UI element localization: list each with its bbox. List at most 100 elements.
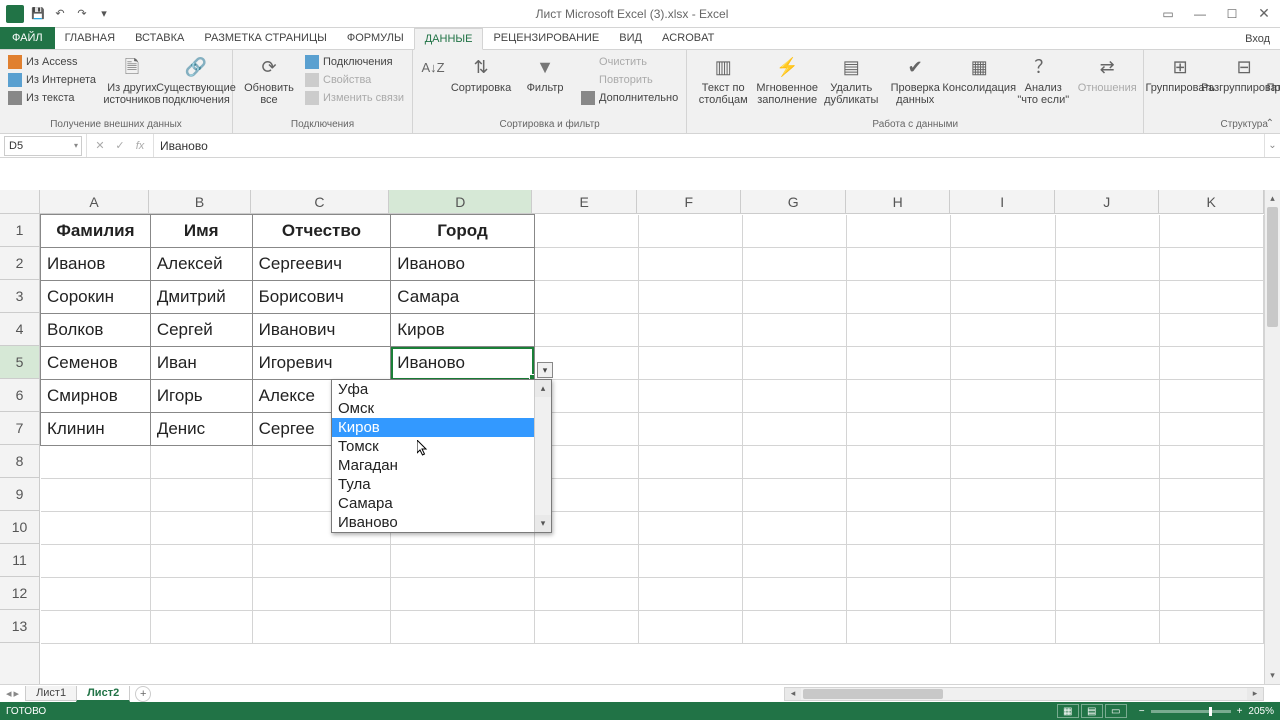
cell[interactable]: Отчество	[252, 215, 391, 248]
scrollbar-thumb[interactable]	[803, 689, 943, 699]
cells-grid[interactable]: Фамилия Имя Отчество Город Иванов Алексе…	[40, 214, 1264, 684]
cell[interactable]: Иванов	[41, 248, 151, 281]
row-header-4[interactable]: 4	[0, 313, 39, 346]
col-header-K[interactable]: K	[1159, 190, 1264, 213]
dropdown-item[interactable]: Самара	[332, 494, 534, 513]
from-other-sources-button[interactable]: 🗎Из других источников	[102, 52, 162, 106]
ribbon-options-icon[interactable]: ▭	[1152, 0, 1184, 28]
refresh-all-button[interactable]: ⟳Обновить все	[239, 52, 299, 106]
view-normal-icon[interactable]: ▦	[1057, 704, 1079, 718]
text-to-columns-button[interactable]: ▥Текст по столбцам	[693, 52, 753, 106]
col-header-H[interactable]: H	[846, 190, 951, 213]
existing-connections-button[interactable]: 🔗Существующие подключения	[166, 52, 226, 106]
row-header-2[interactable]: 2	[0, 247, 39, 280]
row-header-13[interactable]: 13	[0, 610, 39, 643]
from-access-button[interactable]: Из Access	[6, 54, 98, 70]
dropdown-item[interactable]: Томск	[332, 437, 534, 456]
minimize-button[interactable]: —	[1184, 0, 1216, 28]
scroll-right-icon[interactable]: ▸	[1247, 688, 1263, 700]
cell[interactable]: Алексей	[150, 248, 252, 281]
scrollbar-thumb[interactable]	[1267, 207, 1278, 327]
row-header-10[interactable]: 10	[0, 511, 39, 544]
dropdown-item-highlighted[interactable]: Киров	[332, 418, 534, 437]
dropdown-scrollbar[interactable]: ▴ ▾	[534, 380, 551, 532]
cell[interactable]: Игорь	[150, 380, 252, 413]
col-header-B[interactable]: B	[149, 190, 251, 213]
scroll-down-icon[interactable]: ▾	[1265, 667, 1280, 684]
cell[interactable]: Иванович	[252, 314, 391, 347]
row-header-11[interactable]: 11	[0, 544, 39, 577]
close-button[interactable]: ✕	[1248, 0, 1280, 28]
select-all-corner[interactable]	[0, 190, 40, 213]
view-pagelayout-icon[interactable]: ▤	[1081, 704, 1103, 718]
save-icon[interactable]: 💾	[30, 6, 46, 22]
filter-button[interactable]: ▼Фильтр	[515, 52, 575, 94]
col-header-F[interactable]: F	[637, 190, 742, 213]
col-header-A[interactable]: A	[40, 190, 149, 213]
row-header-12[interactable]: 12	[0, 577, 39, 610]
flash-fill-button[interactable]: ⚡Мгновенное заполнение	[757, 52, 817, 106]
dropdown-item[interactable]: Иваново	[332, 513, 534, 532]
undo-icon[interactable]: ↶	[52, 6, 68, 22]
redo-icon[interactable]: ↷	[74, 6, 90, 22]
whatif-button[interactable]: ？Анализ "что если"	[1013, 52, 1073, 106]
sheet-tab[interactable]: Лист1	[25, 686, 77, 701]
data-validation-button[interactable]: ✔Проверка данных	[885, 52, 945, 106]
scroll-down-icon[interactable]: ▾	[535, 515, 551, 532]
maximize-button[interactable]: ☐	[1216, 0, 1248, 28]
cell[interactable]	[534, 215, 638, 248]
dropdown-item[interactable]: Магадан	[332, 456, 534, 475]
advanced-filter-button[interactable]: Дополнительно	[579, 90, 680, 106]
col-header-J[interactable]: J	[1055, 190, 1160, 213]
expand-formula-bar-icon[interactable]: ⌄	[1264, 134, 1280, 157]
consolidate-button[interactable]: ▦Консолидация	[949, 52, 1009, 94]
cell[interactable]: Город	[391, 215, 534, 248]
row-header-8[interactable]: 8	[0, 445, 39, 478]
vertical-scrollbar[interactable]: ▴ ▾	[1264, 190, 1280, 684]
qat-customize-icon[interactable]: ▾	[96, 6, 112, 22]
cell[interactable]: Дмитрий	[150, 281, 252, 314]
sheet-tab-active[interactable]: Лист2	[76, 686, 130, 702]
remove-duplicates-button[interactable]: ▤Удалить дубликаты	[821, 52, 881, 106]
tab-data[interactable]: ДАННЫЕ	[414, 28, 484, 50]
formula-input[interactable]: Иваново	[154, 139, 1264, 153]
ungroup-button[interactable]: ⊟Разгруппировать	[1214, 52, 1274, 94]
cell[interactable]: Борисович	[252, 281, 391, 314]
cell[interactable]: Киров	[391, 314, 534, 347]
cell[interactable]: Волков	[41, 314, 151, 347]
tab-home[interactable]: ГЛАВНАЯ	[55, 27, 125, 49]
horizontal-scrollbar[interactable]: ◂ ▸	[784, 687, 1264, 701]
col-header-D[interactable]: D	[389, 190, 532, 213]
row-header-7[interactable]: 7	[0, 412, 39, 445]
scroll-up-icon[interactable]: ▴	[535, 380, 551, 397]
cell[interactable]: Иван	[150, 347, 252, 380]
zoom-slider[interactable]	[1151, 710, 1231, 713]
col-header-I[interactable]: I	[950, 190, 1055, 213]
from-web-button[interactable]: Из Интернета	[6, 72, 98, 88]
name-box[interactable]: D5	[4, 136, 82, 156]
col-header-E[interactable]: E	[532, 190, 637, 213]
row-header-9[interactable]: 9	[0, 478, 39, 511]
from-text-button[interactable]: Из текста	[6, 90, 98, 106]
file-tab[interactable]: ФАЙЛ	[0, 27, 55, 49]
cell[interactable]: Денис	[150, 413, 252, 446]
zoom-in-button[interactable]: +	[1237, 706, 1243, 717]
dropdown-item[interactable]: Омск	[332, 399, 534, 418]
dropdown-item[interactable]: Уфа	[332, 380, 534, 399]
cell-D5-selected[interactable]: Иваново	[391, 347, 534, 380]
cell[interactable]: Сергей	[150, 314, 252, 347]
cell[interactable]: Игоревич	[252, 347, 391, 380]
cell[interactable]: Клинин	[41, 413, 151, 446]
col-header-G[interactable]: G	[741, 190, 846, 213]
cell[interactable]: Самара	[391, 281, 534, 314]
tab-pagelayout[interactable]: РАЗМЕТКА СТРАНИЦЫ	[194, 27, 336, 49]
cell[interactable]: Сорокин	[41, 281, 151, 314]
cell[interactable]: Сергеевич	[252, 248, 391, 281]
tab-insert[interactable]: ВСТАВКА	[125, 27, 194, 49]
zoom-level[interactable]: 205%	[1248, 706, 1274, 717]
cell[interactable]: Семенов	[41, 347, 151, 380]
collapse-ribbon-icon[interactable]: ⌃	[1266, 118, 1274, 129]
cell[interactable]: Иваново	[391, 248, 534, 281]
view-pagebreak-icon[interactable]: ▭	[1105, 704, 1127, 718]
row-header-5[interactable]: 5	[0, 346, 39, 379]
